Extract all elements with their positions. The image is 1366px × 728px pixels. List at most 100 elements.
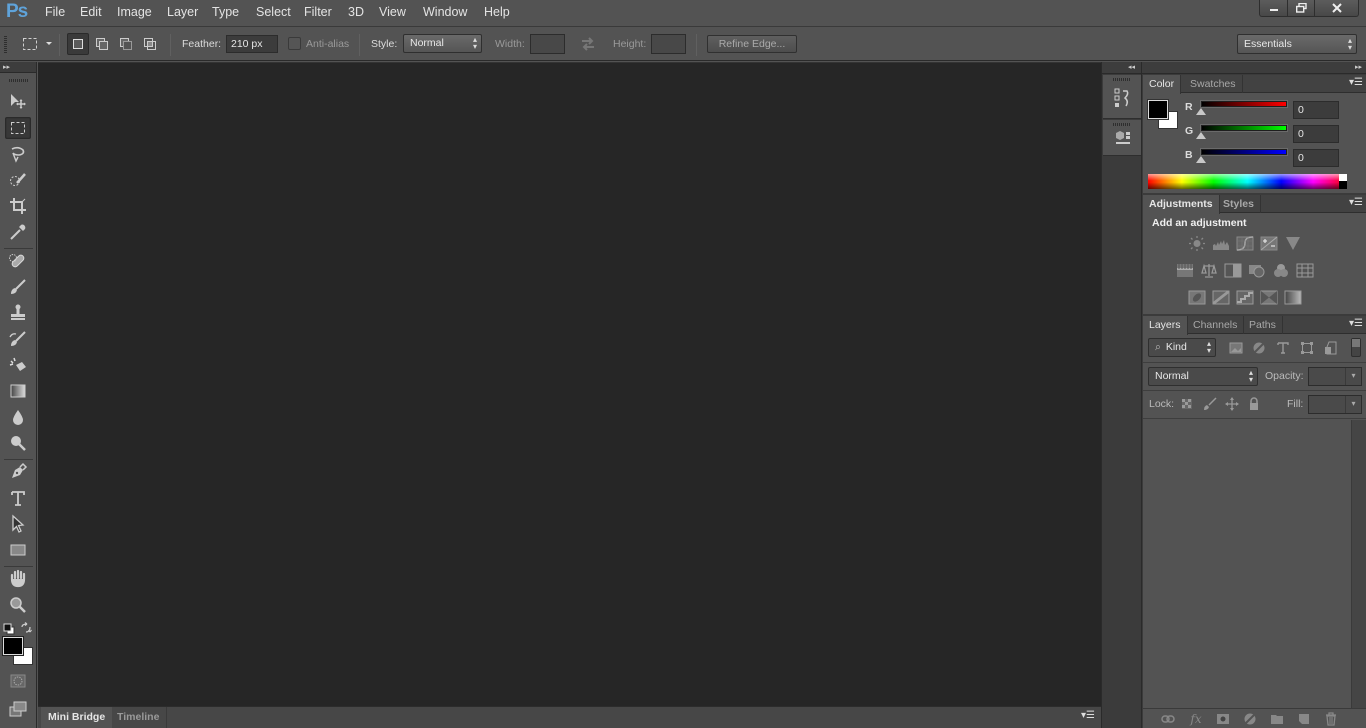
- blue-value-input[interactable]: 0: [1293, 149, 1339, 167]
- eraser-tool[interactable]: [5, 354, 31, 376]
- height-input[interactable]: [651, 34, 686, 54]
- gradient-tool[interactable]: [5, 380, 31, 402]
- hue-saturation-button[interactable]: [1176, 263, 1194, 278]
- screen-mode-button[interactable]: [5, 698, 31, 720]
- threshold-button[interactable]: [1236, 290, 1254, 305]
- tool-preset-dropdown-arrow[interactable]: [46, 42, 52, 45]
- add-to-selection-button[interactable]: [92, 34, 112, 54]
- filter-smart-objects-button[interactable]: [1323, 340, 1339, 356]
- tab-color[interactable]: Color: [1143, 75, 1182, 94]
- color-lookup-button[interactable]: [1296, 263, 1314, 278]
- color-foreground-swatch[interactable]: [1148, 100, 1168, 119]
- foreground-color-swatch[interactable]: [3, 637, 23, 655]
- restore-button[interactable]: [1288, 0, 1315, 16]
- move-tool[interactable]: [5, 90, 31, 112]
- layer-filter-kind-select[interactable]: ⌕ Kind ▴ ▾: [1148, 338, 1216, 357]
- tab-swatches[interactable]: Swatches: [1184, 75, 1243, 93]
- filter-adjustment-layers-button[interactable]: [1251, 340, 1267, 356]
- invert-button[interactable]: [1188, 290, 1206, 305]
- rectangular-marquee-tool[interactable]: [5, 117, 31, 139]
- workspace-select[interactable]: Essentials ▴ ▾: [1237, 34, 1357, 54]
- type-tool[interactable]: [5, 487, 31, 509]
- anti-alias-checkbox[interactable]: [288, 37, 301, 50]
- menu-image[interactable]: Image: [117, 5, 152, 19]
- hand-tool[interactable]: [5, 568, 31, 590]
- quick-selection-tool[interactable]: [5, 169, 31, 191]
- minimize-button[interactable]: [1260, 0, 1288, 16]
- swap-colors-button[interactable]: [20, 619, 32, 633]
- brush-tool[interactable]: [5, 276, 31, 298]
- ramp-white-swatch[interactable]: [1339, 174, 1347, 181]
- tool-preset-picker[interactable]: [20, 34, 40, 54]
- default-colors-button[interactable]: [3, 620, 15, 635]
- menu-view[interactable]: View: [379, 5, 406, 19]
- lock-position-button[interactable]: [1224, 396, 1240, 412]
- filter-type-layers-button[interactable]: [1275, 340, 1291, 356]
- vibrance-button[interactable]: [1284, 236, 1302, 251]
- green-slider[interactable]: [1201, 125, 1287, 131]
- lock-all-button[interactable]: [1246, 396, 1262, 412]
- menu-edit[interactable]: Edit: [80, 5, 102, 19]
- right-dock-header[interactable]: ▸▸: [1142, 62, 1366, 74]
- tab-layers[interactable]: Layers: [1143, 316, 1188, 335]
- color-panel-menu-button[interactable]: ▾☰: [1349, 78, 1363, 88]
- path-selection-tool[interactable]: [5, 513, 31, 535]
- add-layer-mask-button[interactable]: [1215, 711, 1231, 727]
- menu-type[interactable]: Type: [212, 5, 239, 19]
- delete-layer-button[interactable]: [1323, 711, 1339, 727]
- color-spectrum-ramp[interactable]: [1148, 174, 1347, 189]
- new-selection-button[interactable]: [67, 33, 89, 55]
- history-brush-tool[interactable]: [5, 328, 31, 350]
- crop-tool[interactable]: [5, 195, 31, 217]
- green-value-input[interactable]: 0: [1293, 125, 1339, 143]
- menu-file[interactable]: File: [45, 5, 65, 19]
- menu-filter[interactable]: Filter: [304, 5, 332, 19]
- new-layer-button[interactable]: [1296, 711, 1312, 727]
- quick-mask-button[interactable]: [5, 670, 31, 692]
- blur-tool[interactable]: [5, 406, 31, 428]
- layer-filter-toggle[interactable]: [1351, 338, 1361, 357]
- new-adjustment-layer-button[interactable]: [1242, 711, 1258, 727]
- menu-3d[interactable]: 3D: [348, 5, 364, 19]
- layers-panel-menu-button[interactable]: ▾☰: [1349, 319, 1363, 329]
- eyedropper-tool[interactable]: [5, 221, 31, 243]
- width-input[interactable]: [530, 34, 565, 54]
- tools-panel-grip[interactable]: [9, 79, 28, 82]
- swap-width-height-button[interactable]: [578, 34, 598, 54]
- color-balance-button[interactable]: [1200, 263, 1218, 278]
- layers-list-scrollbar[interactable]: [1351, 420, 1366, 708]
- rectangle-tool[interactable]: [5, 539, 31, 561]
- gradient-map-button[interactable]: [1284, 290, 1302, 305]
- red-slider-thumb[interactable]: [1196, 108, 1206, 115]
- exposure-button[interactable]: [1260, 236, 1278, 251]
- blue-slider-thumb[interactable]: [1196, 156, 1206, 163]
- lasso-tool[interactable]: [5, 143, 31, 165]
- lock-transparent-pixels-button[interactable]: [1179, 396, 1195, 412]
- tools-panel-expand-button[interactable]: ▸▸: [0, 62, 36, 73]
- channel-mixer-button[interactable]: [1272, 263, 1290, 278]
- dodge-tool[interactable]: [5, 432, 31, 454]
- bottom-panel-menu-button[interactable]: ▾☰: [1081, 711, 1095, 721]
- tab-mini-bridge[interactable]: Mini Bridge: [41, 707, 113, 728]
- subtract-from-selection-button[interactable]: [116, 34, 136, 54]
- options-bar-grip[interactable]: [4, 36, 7, 54]
- 3d-panel-button[interactable]: [1103, 120, 1141, 156]
- spot-healing-brush-tool[interactable]: [5, 250, 31, 272]
- pen-tool[interactable]: [5, 461, 31, 483]
- tab-adjustments[interactable]: Adjustments: [1143, 195, 1220, 214]
- fill-dropdown-button[interactable]: ▾: [1345, 396, 1361, 413]
- red-value-input[interactable]: 0: [1293, 101, 1339, 119]
- tab-timeline[interactable]: Timeline: [110, 707, 168, 728]
- dock-collapse-button[interactable]: ◂◂: [1102, 62, 1141, 74]
- filter-pixel-layers-button[interactable]: [1228, 340, 1244, 356]
- posterize-button[interactable]: [1212, 290, 1230, 305]
- filter-shape-layers-button[interactable]: [1299, 340, 1315, 356]
- blue-slider[interactable]: [1201, 149, 1287, 155]
- tab-paths[interactable]: Paths: [1243, 316, 1283, 334]
- layers-list[interactable]: [1143, 420, 1351, 708]
- adjustments-panel-menu-button[interactable]: ▾☰: [1349, 198, 1363, 208]
- zoom-tool[interactable]: [5, 594, 31, 616]
- new-group-button[interactable]: [1269, 711, 1285, 727]
- menu-window[interactable]: Window: [423, 5, 467, 19]
- document-canvas-area[interactable]: [38, 62, 1101, 706]
